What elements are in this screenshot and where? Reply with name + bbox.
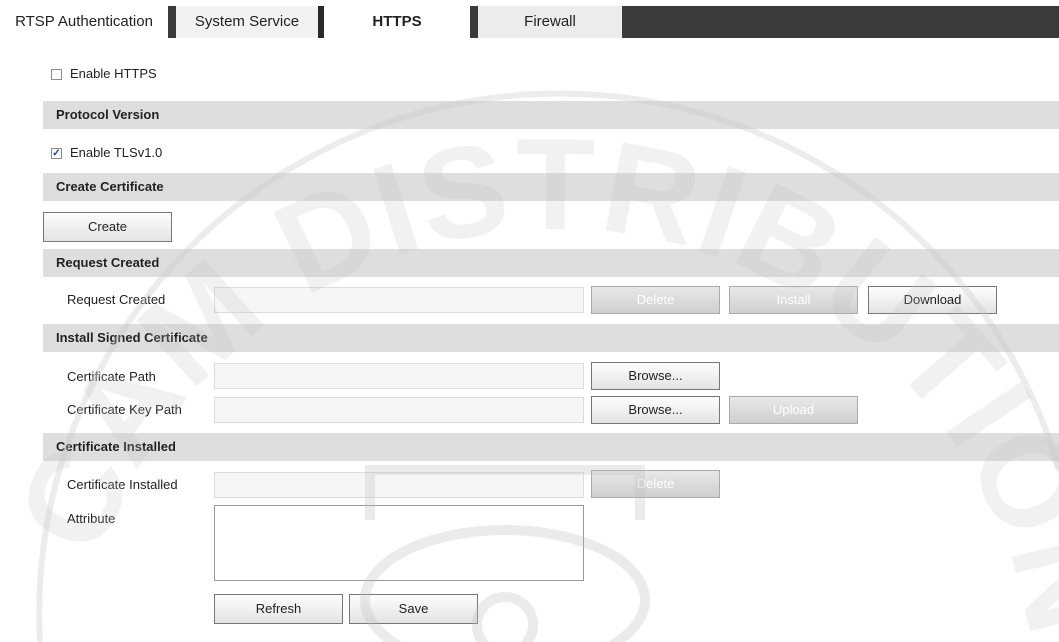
enable-tls-label: Enable TLSv1.0: [70, 145, 163, 160]
section-request-created: Request Created: [43, 249, 1059, 277]
section-protocol-version: Protocol Version: [43, 101, 1059, 129]
tab-system-service[interactable]: System Service: [176, 6, 318, 38]
section-create-certificate: Create Certificate: [43, 173, 1059, 201]
install-button[interactable]: Install: [729, 286, 858, 314]
certificate-key-path-field[interactable]: [214, 397, 584, 423]
attribute-label: Attribute: [67, 511, 116, 526]
request-created-label: Request Created: [67, 292, 166, 307]
certificate-installed-field[interactable]: [214, 472, 584, 498]
certificate-path-label: Certificate Path: [67, 369, 156, 384]
tab-separator: [168, 6, 176, 38]
tab-firewall[interactable]: Firewall: [478, 6, 622, 38]
request-delete-button[interactable]: Delete: [591, 286, 720, 314]
request-created-field[interactable]: [214, 287, 584, 313]
checkmark-icon: ✓: [52, 148, 61, 159]
certificate-path-browse-button[interactable]: Browse...: [591, 362, 720, 390]
tab-separator: [470, 6, 478, 38]
enable-https-checkbox[interactable]: [51, 69, 62, 80]
certificate-key-path-browse-button[interactable]: Browse...: [591, 396, 720, 424]
section-install-signed-certificate: Install Signed Certificate: [43, 324, 1059, 352]
section-certificate-installed: Certificate Installed: [43, 433, 1059, 461]
save-button[interactable]: Save: [349, 594, 478, 624]
attribute-textarea[interactable]: [214, 505, 584, 581]
download-button[interactable]: Download: [868, 286, 997, 314]
enable-tls-checkbox[interactable]: ✓: [51, 148, 62, 159]
upload-button[interactable]: Upload: [729, 396, 858, 424]
tab-rtsp-authentication[interactable]: RTSP Authentication: [0, 6, 168, 38]
tab-https[interactable]: HTTPS: [324, 6, 470, 38]
create-button[interactable]: Create: [43, 212, 172, 242]
enable-https-label: Enable HTTPS: [70, 66, 157, 81]
tab-bar-fill: [622, 6, 1059, 38]
certificate-path-field[interactable]: [214, 363, 584, 389]
certificate-key-path-label: Certificate Key Path: [67, 402, 182, 417]
tab-bar: RTSP Authentication System Service HTTPS…: [0, 0, 1059, 38]
certificate-installed-label: Certificate Installed: [67, 477, 178, 492]
installed-delete-button[interactable]: Delete: [591, 470, 720, 498]
refresh-button[interactable]: Refresh: [214, 594, 343, 624]
